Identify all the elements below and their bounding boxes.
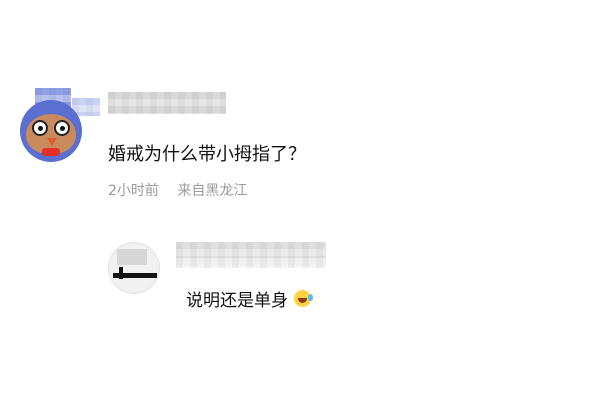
avatar[interactable] xyxy=(108,242,160,294)
avatar[interactable] xyxy=(20,100,82,162)
top-comment: 婚戒为什么带小拇指了？ 2小时前 来自黑龙江 xyxy=(0,0,600,220)
reply-text-content: 说明还是单身 xyxy=(186,291,288,311)
avatar-eye-icon xyxy=(54,120,70,136)
redacted-username[interactable] xyxy=(176,242,326,258)
redacted-username[interactable] xyxy=(108,92,226,114)
comment-meta: 2小时前 来自黑龙江 xyxy=(108,180,247,200)
redacted-avatar-pixels xyxy=(117,249,147,265)
comment-location: 来自黑龙江 xyxy=(177,183,248,199)
avatar-bow-icon xyxy=(42,148,60,156)
comment-time: 2小时前 xyxy=(108,183,159,199)
avatar-beak-icon xyxy=(47,138,57,146)
reply-comment: 说明还是单身 xyxy=(0,220,600,400)
avatar-mark-icon xyxy=(119,267,123,279)
comment-thread: 婚戒为什么带小拇指了？ 2小时前 来自黑龙江 说明还是单身 xyxy=(0,0,600,400)
avatar-eye-icon xyxy=(32,120,48,136)
comment-text[interactable]: 婚戒为什么带小拇指了？ xyxy=(108,140,306,166)
laughing-with-tears-icon xyxy=(294,290,313,307)
redacted-username xyxy=(176,258,326,268)
reply-text[interactable]: 说明还是单身 xyxy=(186,286,313,311)
